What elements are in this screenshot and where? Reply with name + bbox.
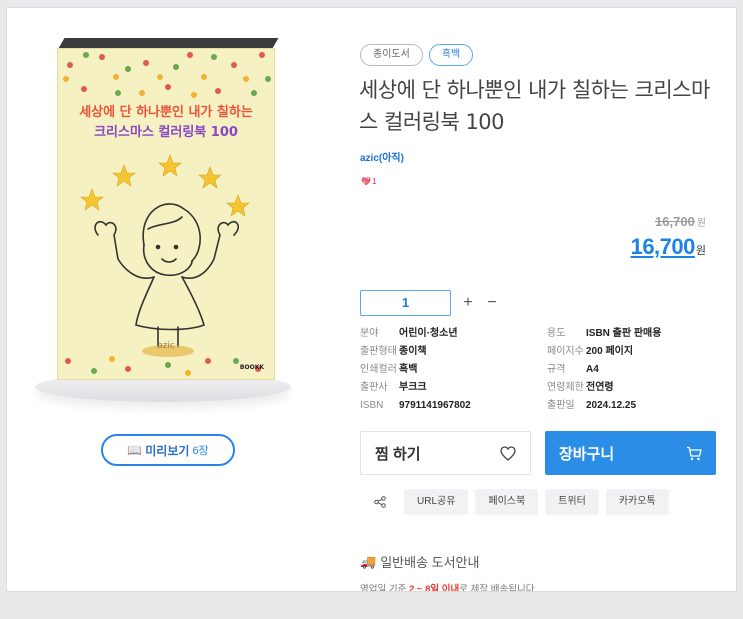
spec-key: 분야 [360,328,379,339]
share-twitter-button[interactable]: 트위터 [545,489,599,515]
share-facebook-button[interactable]: 페이스북 [475,489,539,515]
spec-key: 용도 [547,328,566,339]
book-image: 세상에 단 하나뿐인 내가 칠하는 크리스마스 컬러링북 100 azic BO… [35,36,295,406]
heart-icon: 💖 [361,177,371,186]
spec-key: 출판일 [547,400,575,411]
spec-age-limit: 연령제한 전연령 [547,382,720,394]
original-price: 16,700 원 [655,214,706,229]
share-icon [369,496,391,508]
cover-publisher-logo: BOOKK [239,364,264,371]
spec-value: 200 페이지 [586,346,634,357]
spec-publisher: 출판사 부크크 [360,382,547,394]
spec-key: 페이지수 [547,346,584,357]
spec-isbn: ISBN 9791141967802 [360,400,547,412]
share-url-button[interactable]: URL공유 [404,489,469,515]
book-cover: 세상에 단 하나뿐인 내가 칠하는 크리스마스 컬러링북 100 azic BO… [57,48,275,380]
shipping-info-title: 🚚 일반배송 도서안내 [360,552,479,571]
likes[interactable]: 💖 1 [361,177,376,186]
sale-price: 16,700 원 [631,234,706,260]
spec-usage: 용도 ISBN 출판 판매용 [547,328,720,340]
quantity-minus-button[interactable]: − [485,294,499,312]
cover-title-line1: 세상에 단 하나뿐인 내가 칠하는 [79,105,253,120]
spec-value: A4 [586,364,599,375]
wishlist-button[interactable]: 찜 하기 [360,431,531,475]
shipping-note-highlight: 2 ~ 8일 이내 [408,584,460,592]
spec-print-color: 인쇄컬러 흑백 [360,364,547,376]
spec-value: 부크크 [399,382,427,393]
original-price-unit: 원 [696,218,706,229]
cover-illustration [63,52,271,376]
quantity-plus-button[interactable]: + [461,294,475,312]
spec-value: ISBN 출판 판매용 [586,328,662,339]
likes-count: 1 [371,177,377,186]
original-price-value: 16,700 [655,214,695,229]
shipping-title-text: 일반배송 도서안내 [380,555,480,570]
add-to-cart-button[interactable]: 장바구니 [545,431,716,475]
spec-genre: 분야 어린이·청소년 [360,328,547,340]
cover-author: azic [157,341,175,351]
spec-key: ISBN [360,400,384,411]
spec-value: 전연령 [586,382,614,393]
tag-paper-book[interactable]: 종이도서 [360,44,423,66]
spec-value: 어린이·청소년 [399,328,458,339]
preview-count: 6장 [192,445,209,457]
shipping-note: 영업일 기준 2 ~ 8일 이내로 제작 배송됩니다. [360,581,538,592]
heart-outline-icon [500,445,516,461]
spec-value: 종이책 [399,346,427,357]
cover-title-line2: 크리스마스 컬러링북 100 [94,125,238,140]
book-icon: 📖 [127,443,143,457]
spec-key: 규격 [547,364,566,375]
quantity-stepper: 1 + − [360,290,499,316]
product-title: 세상에 단 하나뿐인 내가 칠하는 크리스마스 컬러링북 100 [359,78,710,134]
shipping-note-prefix: 영업일 기준 [360,584,409,592]
preview-label: 미리보기 [145,443,190,458]
wishlist-label: 찜 하기 [375,445,421,463]
spec-table: 분야 어린이·청소년 용도 ISBN 출판 판매용 출판형태 종이책 페이지수 200 … [360,328,720,412]
cart-label: 장바구니 [559,445,615,463]
cart-icon [687,446,702,460]
spec-value: 9791141967802 [399,400,471,411]
preview-button[interactable]: 📖 미리보기 6장 [101,434,235,466]
truck-icon: 🚚 [360,553,377,569]
spec-key: 연령제한 [547,382,584,393]
shipping-note-suffix: 로 제작 배송됩니다. [459,584,538,592]
spec-key: 출판형태 [360,346,397,357]
tag-black-white[interactable]: 흑백 [428,44,474,66]
spec-size: 규격 A4 [547,364,720,376]
spec-value: 2024.12.25 [586,400,637,411]
share-kakaotalk-button[interactable]: 카카오톡 [605,489,669,515]
spec-pages: 페이지수 200 페이지 [547,346,720,358]
format-tags: 종이도서 흑백 [360,44,474,66]
cover-title: 세상에 단 하나뿐인 내가 칠하는 크리스마스 컬러링북 100 [58,103,274,143]
spec-key: 인쇄컬러 [360,364,397,375]
quantity-input[interactable]: 1 [360,290,451,316]
product-detail-card: 세상에 단 하나뿐인 내가 칠하는 크리스마스 컬러링북 100 azic BO… [6,7,737,592]
share-bar: URL공유 페이스북 트위터 카카오톡 [369,489,669,515]
author-link[interactable]: azic(아직) [360,149,404,164]
spec-key: 출판사 [360,382,388,393]
spec-publish-date: 출판일 2024.12.25 [547,400,720,412]
sale-price-unit: 원 [695,245,706,257]
sale-price-value: 16,700 [630,234,696,259]
spec-value: 흑백 [399,364,418,375]
spec-format: 출판형태 종이책 [360,346,547,358]
